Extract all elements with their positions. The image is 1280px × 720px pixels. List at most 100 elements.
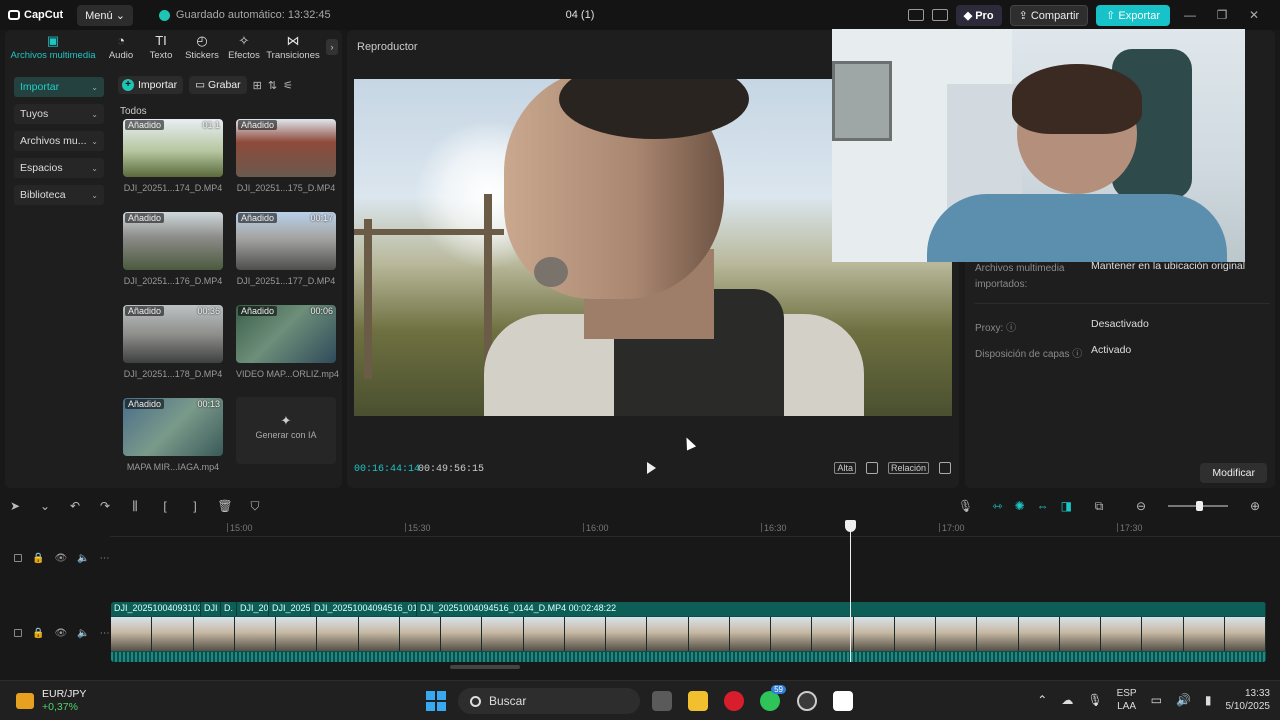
layout-icon[interactable] bbox=[907, 9, 924, 21]
capcut-taskbar-icon[interactable] bbox=[833, 691, 853, 711]
play-icon[interactable] bbox=[647, 462, 656, 474]
eye-icon[interactable]: 👁 bbox=[54, 628, 67, 639]
stock-widget[interactable]: EUR/JPY +0,37% bbox=[16, 688, 86, 714]
tab-stickers[interactable]: ◴ Stickers bbox=[181, 30, 223, 66]
cloud-icon[interactable]: ☁ bbox=[1061, 693, 1073, 707]
speaker-icon[interactable]: 🔈 bbox=[77, 553, 89, 564]
record-button[interactable]: ▭ Grabar bbox=[189, 76, 247, 94]
sidebar-item-1[interactable]: Tuyos ⌄ bbox=[14, 104, 104, 124]
redo-icon[interactable]: ↷ bbox=[90, 499, 120, 513]
shield-icon[interactable]: ⛉ bbox=[240, 499, 270, 514]
media-item[interactable]: Añadido 01:1 DJI_20251...174_D.MP4 bbox=[123, 119, 223, 193]
volume-icon[interactable]: 🔊 bbox=[1176, 693, 1191, 707]
media-item[interactable]: Añadido 00:06 VIDEO MAP...ORLIZ.mp4 bbox=[236, 305, 339, 379]
playhead[interactable] bbox=[850, 522, 851, 662]
windows-start-icon[interactable] bbox=[426, 691, 446, 711]
sort-icon[interactable]: ⇅ bbox=[268, 79, 277, 92]
menu-button[interactable]: Menú ⌄ bbox=[77, 4, 133, 26]
caption-icon[interactable]: ⧉ bbox=[1084, 499, 1114, 514]
media-thumbnail[interactable]: Añadido 00:13 bbox=[123, 398, 223, 456]
eye-icon[interactable]: 👁 bbox=[54, 553, 67, 564]
opera-icon[interactable] bbox=[724, 691, 744, 711]
microphone-icon[interactable]: 🎙 bbox=[951, 499, 981, 513]
export-button[interactable]: ⇧ Exportar bbox=[1096, 4, 1170, 26]
zoom-slider[interactable] bbox=[1168, 501, 1228, 511]
more-icon[interactable]: ⋯ bbox=[100, 628, 110, 639]
generate-ai-button[interactable]: ✦ Generar con IA bbox=[236, 397, 336, 464]
media-thumbnail[interactable]: Añadido bbox=[236, 119, 336, 177]
playhead-handle[interactable] bbox=[845, 520, 856, 532]
whatsapp-icon[interactable]: 59 bbox=[760, 685, 786, 711]
pro-button[interactable]: ◆ Pro bbox=[955, 4, 1002, 26]
zoom-slider-knob[interactable] bbox=[1196, 501, 1203, 511]
tab-efectos[interactable]: ✧ Efectos bbox=[223, 30, 265, 66]
speaker-icon[interactable]: 🔈 bbox=[77, 628, 89, 639]
media-thumbnail[interactable]: Añadido 00:06 bbox=[236, 305, 336, 363]
sidebar-item-3[interactable]: Espacios ⌄ bbox=[14, 158, 104, 178]
import-button[interactable]: + Importar bbox=[118, 76, 184, 94]
zoom-out-icon[interactable]: ⊖ bbox=[1126, 499, 1156, 513]
shortcuts-icon[interactable] bbox=[931, 9, 948, 21]
ratio-button[interactable]: Relación bbox=[887, 462, 929, 474]
language-indicator[interactable]: ESP LAA bbox=[1117, 687, 1137, 713]
taskbar-search[interactable]: Buscar bbox=[458, 688, 640, 714]
trim-right-icon[interactable]: ] bbox=[180, 499, 210, 513]
tab-transiciones[interactable]: ⋈ Transiciones bbox=[265, 30, 321, 66]
media-item[interactable]: Añadido 00:13 MAPA MIR...IAGA.mp4 bbox=[123, 398, 223, 472]
track-cover-icon[interactable] bbox=[14, 554, 22, 562]
zoom-in-icon[interactable]: ⊕ bbox=[1240, 499, 1270, 513]
monitor-icon[interactable]: ▭ bbox=[1151, 693, 1162, 707]
tab-audio[interactable]: ◔ Audio bbox=[101, 30, 141, 66]
track-cover-icon[interactable] bbox=[14, 629, 22, 637]
grid-view-icon[interactable]: ⊞ bbox=[253, 79, 262, 92]
split-icon[interactable]: ⫼ bbox=[120, 499, 150, 514]
chevron-right-icon[interactable]: › bbox=[326, 39, 338, 55]
timeline-scrollbar[interactable] bbox=[450, 665, 520, 669]
undo-icon[interactable]: ↶ bbox=[60, 499, 90, 513]
link-clips-icon[interactable]: ⇿ bbox=[993, 499, 1003, 513]
close-icon[interactable]: ✕ bbox=[1242, 8, 1266, 22]
preview-axis-icon[interactable]: ◨ bbox=[1061, 499, 1072, 513]
media-thumbnail[interactable]: Añadido 00:17 bbox=[236, 212, 336, 270]
modify-button[interactable]: Modificar bbox=[1200, 463, 1267, 483]
chevron-down-icon[interactable]: ⌄ bbox=[30, 499, 60, 513]
microphone-icon[interactable]: 🎙 bbox=[1087, 693, 1102, 707]
quality-button[interactable]: Alta bbox=[834, 462, 856, 474]
media-item[interactable]: Añadido DJI_20251...175_D.MP4 bbox=[236, 119, 336, 193]
select-tool-icon[interactable]: ➤ bbox=[0, 499, 30, 513]
media-thumbnail[interactable]: Añadido 00:36 bbox=[123, 305, 223, 363]
media-thumbnail[interactable]: Añadido 01:1 bbox=[123, 119, 223, 177]
sidebar-item-4[interactable]: Biblioteca ⌄ bbox=[14, 185, 104, 205]
snap-icon[interactable]: ⇔ bbox=[1037, 499, 1049, 513]
maximize-icon[interactable]: ❐ bbox=[1210, 8, 1234, 22]
file-explorer-icon[interactable] bbox=[688, 691, 708, 711]
trim-left-icon[interactable]: [ bbox=[150, 499, 180, 513]
minimize-icon[interactable]: — bbox=[1178, 8, 1202, 22]
more-icon[interactable]: ⋯ bbox=[100, 553, 110, 564]
battery-icon[interactable]: ▮ bbox=[1205, 693, 1212, 707]
media-item[interactable]: Añadido DJI_20251...176_D.MP4 bbox=[123, 212, 223, 286]
task-view-icon[interactable] bbox=[652, 691, 672, 711]
delete-icon[interactable]: 🗑 bbox=[210, 499, 240, 513]
share-button[interactable]: ⇪ Compartir bbox=[1009, 4, 1089, 26]
fullscreen-icon[interactable] bbox=[939, 462, 951, 474]
magnet-icon[interactable]: ✺ bbox=[1015, 499, 1025, 513]
timeline-ruler[interactable]: 15:00 15:30 16:00 16:30 17:00 17:30 bbox=[110, 519, 1280, 537]
clock[interactable]: 13:33 5/10/2025 bbox=[1226, 687, 1271, 713]
chevron-up-icon[interactable]: ⌃ bbox=[1037, 693, 1047, 707]
lock-icon[interactable]: 🔒 bbox=[32, 628, 44, 639]
media-item[interactable]: Añadido 00:36 DJI_20251...178_D.MP4 bbox=[123, 305, 223, 379]
media-item[interactable]: Añadido 00:17 DJI_20251...177_D.MP4 bbox=[236, 212, 336, 286]
screenshot-icon[interactable] bbox=[865, 462, 878, 474]
chatgpt-icon[interactable] bbox=[797, 691, 817, 711]
prop-value-layers[interactable]: Activado bbox=[1091, 344, 1131, 356]
tab-archivos-multimedia[interactable]: ▣ Archivos multimedia bbox=[5, 30, 101, 66]
sidebar-item-2[interactable]: Archivos mu... ⌄ bbox=[14, 131, 104, 151]
sidebar-item-0[interactable]: Importar ⌄ bbox=[14, 77, 104, 97]
filter-icon[interactable]: ⚟ bbox=[283, 79, 293, 92]
lock-icon[interactable]: 🔒 bbox=[32, 553, 44, 564]
media-thumbnail[interactable]: Añadido bbox=[123, 212, 223, 270]
video-track[interactable]: DJI_20251004093103_0DJID.DJI_20DJI_2025D… bbox=[111, 602, 1266, 662]
prop-value-proxy[interactable]: Desactivado bbox=[1091, 318, 1149, 330]
tab-texto[interactable]: TI Texto bbox=[141, 30, 181, 66]
